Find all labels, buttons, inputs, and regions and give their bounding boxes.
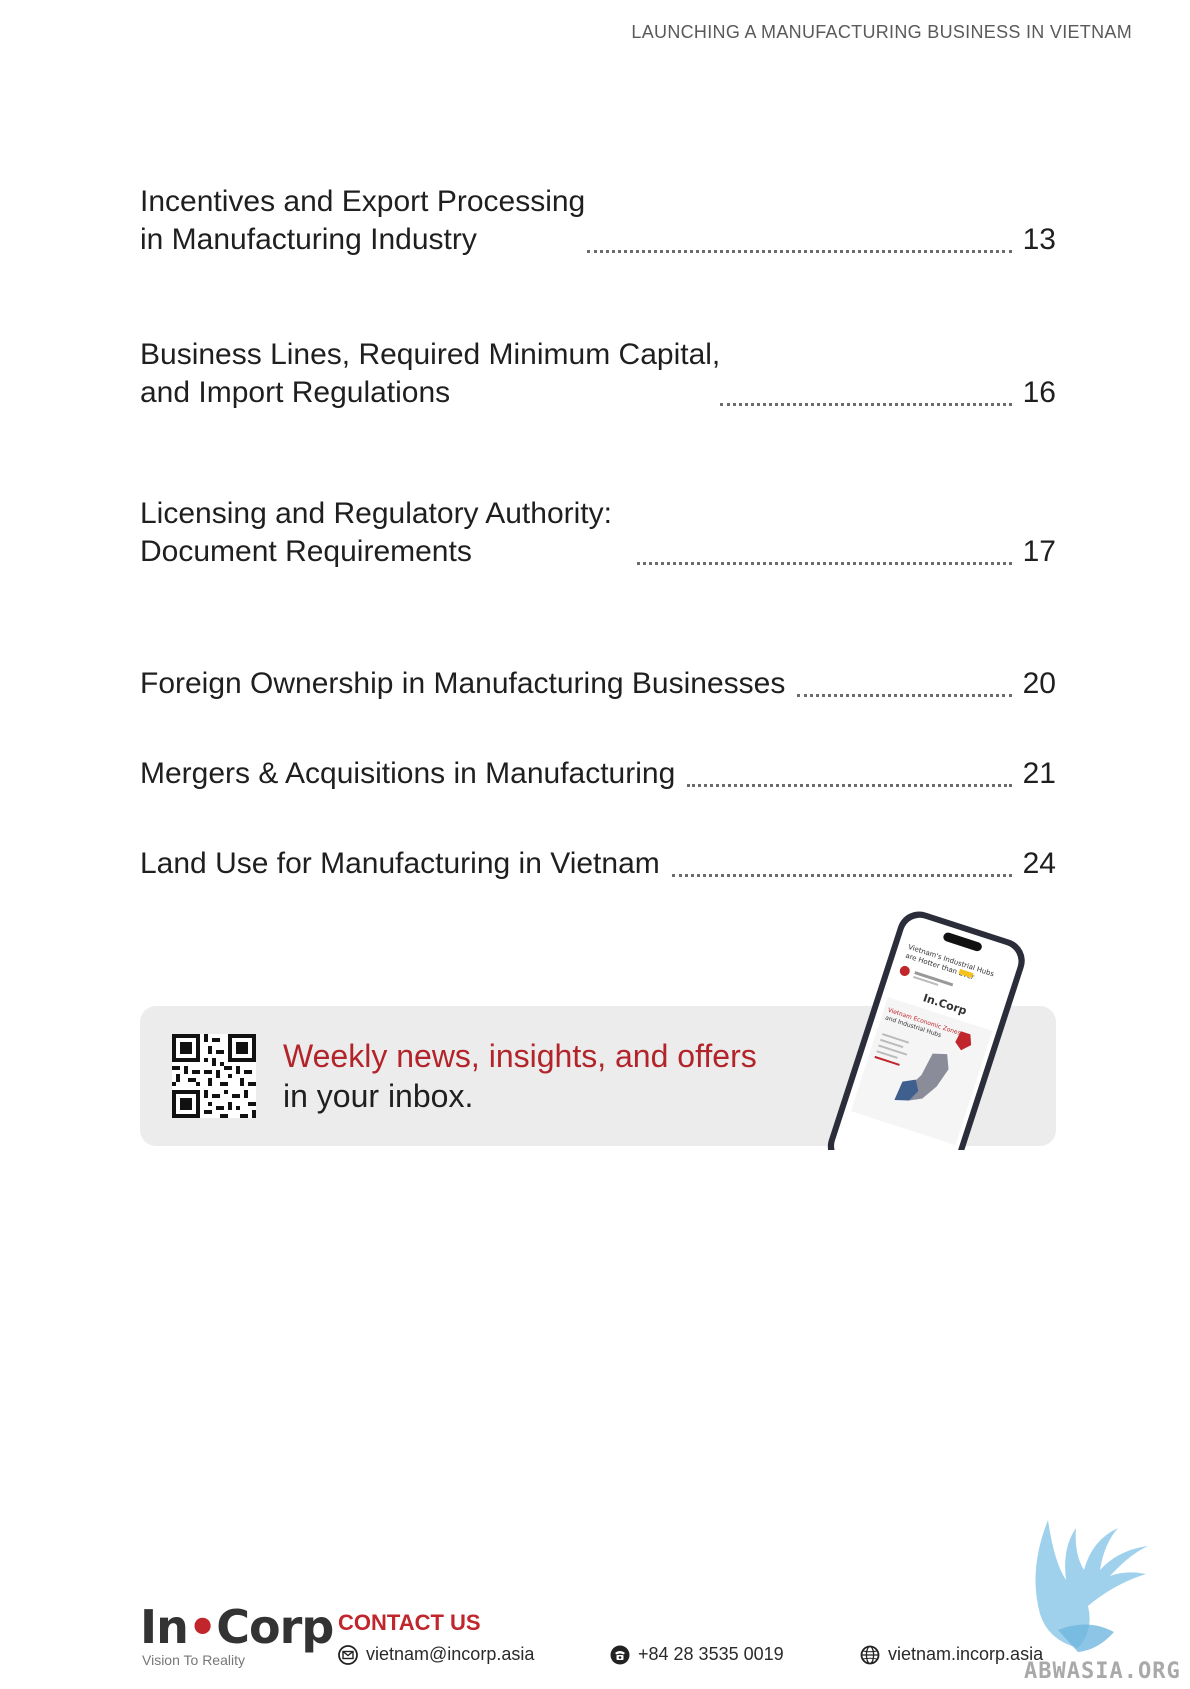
incorp-logo[interactable]: In•Corp [140,1600,334,1654]
dot-leader [586,250,1012,253]
toc-entry-title-line1: Licensing and Regulatory Authority: [140,497,612,530]
toc-entry-foreign-ownership[interactable]: Foreign Ownership in Manufacturing Busin… [140,665,1056,703]
logo-text-in: In [140,1600,189,1654]
telephone-icon [610,1645,630,1664]
toc-entry-title: Mergers & Acquisitions in Manufacturing [140,757,676,790]
phone-mockup-image: Vietnam's Industrial Hubs are Hotter tha… [780,910,1040,1150]
toc-entry-land-use[interactable]: Land Use for Manufacturing in Vietnam 24 [140,845,1056,883]
toc-entry-title-line2: Document Requirements [140,535,472,568]
toc-page-number: 21 [1022,757,1056,790]
footer: In•Corp Vision To Reality CONTACT US vie… [140,1600,1056,1670]
contact-website[interactable]: vietnam.incorp.asia [860,1644,1043,1665]
toc-entry-title-line1: Incentives and Export Processing [140,185,586,218]
newsletter-headline: Weekly news, insights, and offers [283,1038,757,1074]
contact-phone-text: +84 28 3535 0019 [638,1644,784,1664]
toc-page-number: 16 [1022,376,1056,409]
toc-page-number: 24 [1022,847,1056,880]
toc-entry-title: Land Use for Manufacturing in Vietnam [140,847,660,880]
envelope-icon [338,1644,358,1665]
toc-entry-title-line1: Business Lines, Required Minimum Capital… [140,338,721,371]
contact-phone[interactable]: +84 28 3535 0019 [610,1644,784,1665]
toc-entry-title: Foreign Ownership in Manufacturing Busin… [140,667,786,700]
qr-code-icon[interactable] [172,1034,256,1118]
dot-leader [636,562,1012,565]
contact-heading: CONTACT US [338,1610,481,1635]
toc-page-number: 20 [1022,667,1056,700]
logo-dot-icon: • [187,1600,217,1654]
dot-leader [797,694,1012,697]
toc-page-number: 17 [1022,535,1056,568]
dot-leader [720,403,1012,406]
logo-text-corp: Corp [216,1600,334,1654]
contact-email[interactable]: vietnam@incorp.asia [338,1644,534,1665]
watermark-logo: ABWASIA.ORG [1018,1510,1190,1684]
watermark-text: ABWASIA.ORG [1024,1659,1181,1684]
contact-email-text: vietnam@incorp.asia [366,1644,535,1664]
toc-entry-business-lines[interactable]: Business Lines, Required Minimum Capital… [140,336,1056,412]
toc-entry-mergers[interactable]: Mergers & Acquisitions in Manufacturing … [140,755,1056,793]
dot-leader [671,874,1012,877]
document-header-title: LAUNCHING A MANUFACTURING BUSINESS IN VI… [631,22,1132,42]
toc-page-number: 13 [1022,223,1056,256]
newsletter-subline: in your inbox. [283,1078,474,1114]
toc-entry-licensing[interactable]: Licensing and Regulatory Authority: Docu… [140,495,1056,571]
toc-entry-title-line2: and Import Regulations [140,376,451,409]
globe-icon [860,1645,880,1664]
dot-leader [687,784,1012,787]
logo-tagline: Vision To Reality [142,1652,245,1668]
toc-entry-incentives[interactable]: Incentives and Export Processing in Manu… [140,183,1056,259]
toc-entry-title-line2: in Manufacturing Industry [140,223,477,256]
